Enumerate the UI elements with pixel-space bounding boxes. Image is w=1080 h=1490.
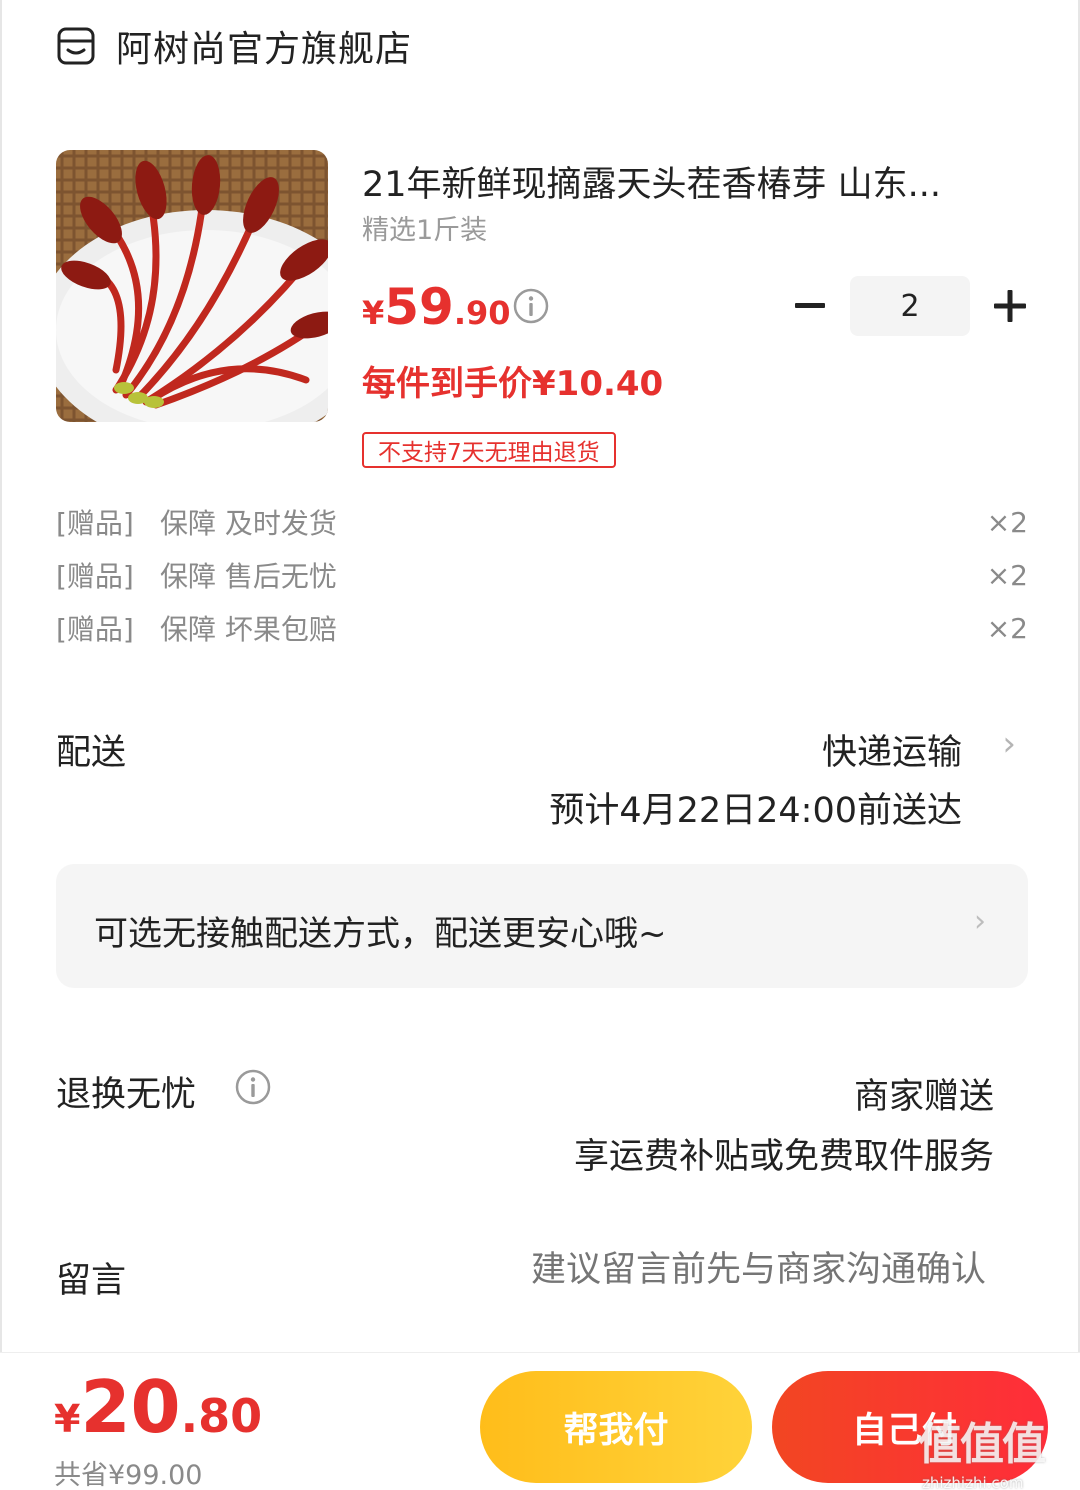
worry-free-value: 商家赠送 [853,1077,994,1117]
help-me-pay-button[interactable]: 帮我付 [480,1371,752,1483]
total-price: ¥ 20 .80 [54,1365,262,1449]
price-info-icon[interactable] [512,287,550,325]
message-input[interactable] [446,1250,986,1290]
gift-row: [赠品] 保障 及时发货 ×2 [56,502,1028,542]
total-decimal: .80 [180,1389,263,1443]
total-currency: ¥ [54,1397,81,1441]
product-spec[interactable]: 精选1斤装 [362,208,487,247]
gift-row: [赠品] 保障 坏果包赔 ×2 [56,608,1028,648]
total-saved: 共省¥99.00 [54,1460,203,1490]
delivery-eta: 预计4月22日24:00前送达 [549,791,962,831]
gift-tag: [赠品] [56,560,134,593]
shop-name: 阿树尚官方旗舰店 [116,29,413,70]
shop-icon [57,27,95,65]
product-price: ¥ 59 .90 [362,278,511,336]
watermark-url: zhizhizhi.com [922,1474,1024,1490]
gift-qty: ×2 [986,505,1028,539]
watermark: 值值值 zhizhizhi.com [918,1408,1070,1490]
return-policy-tag: 不支持7天无理由退货 [362,432,616,468]
gift-name: 保障 坏果包赔 [160,613,337,646]
contactless-delivery-text: 可选无接触配送方式，配送更安心哦~ [94,914,667,954]
shop-header[interactable]: 阿树尚官方旗舰店 [56,20,412,72]
plus-icon [994,290,1026,322]
order-card: 阿树尚官方旗舰店 21年新鲜现摘露天头茬香椿芽 山东... 精选1斤装 ¥ 59… [0,0,1080,1352]
price-decimal: .90 [453,294,511,332]
gift-name: 保障 售后无忧 [160,560,337,593]
delivery-label: 配送 [56,733,127,773]
increase-button[interactable] [988,284,1032,328]
decrease-button[interactable] [788,284,832,328]
gift-qty: ×2 [986,558,1028,592]
watermark-logo: 值值值 [918,1419,1046,1470]
quantity-value[interactable]: 2 [850,276,970,336]
toona-sprout-photo [56,150,328,422]
gift-row: [赠品] 保障 售后无忧 ×2 [56,555,1028,595]
quantity-stepper: 2 [788,276,1032,336]
chevron-right-icon: › [974,904,986,939]
price-currency: ¥ [362,294,385,332]
unit-price: 每件到手价¥10.40 [362,364,664,404]
gift-qty: ×2 [986,611,1028,645]
gift-tag: [赠品] [56,507,134,540]
gift-tag: [赠品] [56,613,134,646]
product-title[interactable]: 21年新鲜现摘露天头茬香椿芽 山东... [362,156,1002,207]
message-label: 留言 [56,1261,127,1301]
contactless-delivery-banner[interactable]: 可选无接触配送方式，配送更安心哦~ › [56,864,1028,988]
info-icon[interactable] [234,1068,272,1106]
delivery-method[interactable]: 快递运输 [822,724,962,775]
minus-icon [795,303,825,308]
product-image[interactable] [56,150,328,422]
chevron-right-icon[interactable]: › [1002,724,1016,764]
worry-free-return-label: 退换无忧 [56,1075,197,1115]
worry-free-description: 享运费补贴或免费取件服务 [573,1137,994,1177]
gift-name: 保障 及时发货 [160,507,337,540]
price-integer: 59 [384,278,454,336]
total-integer: 20 [80,1365,181,1449]
